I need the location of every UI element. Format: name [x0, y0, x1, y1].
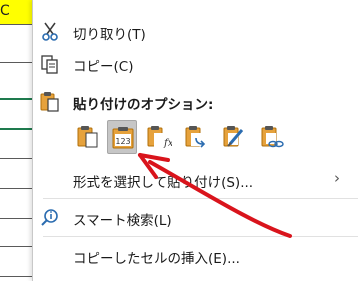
- paste-values-button[interactable]: 123: [107, 120, 137, 154]
- paste-transpose-button[interactable]: [181, 120, 211, 154]
- paste-link-icon: [261, 126, 284, 148]
- paste-values-123-icon: 123: [112, 127, 134, 149]
- paste-options-label: 貼り付けのオプション:: [73, 97, 214, 113]
- paste-formatting-brush-icon: [223, 126, 244, 147]
- gridline: [0, 24, 32, 25]
- paste-formulas-button[interactable]: fx: [143, 120, 173, 154]
- paste-button[interactable]: [73, 120, 103, 154]
- insert-copied-cells-menu-item[interactable]: コピーしたセルの挿入(E)...: [33, 238, 361, 272]
- copy-icon: [39, 53, 61, 74]
- paste-options-header: 貼り付けのオプション:: [33, 84, 361, 118]
- gridline: [0, 62, 32, 63]
- scissors-icon: [39, 21, 61, 41]
- context-menu: 切り取り(T) コピー(C) 貼り付けのオプション: 123 f 形式を選択して…: [32, 0, 361, 281]
- smart-lookup-label: スマート検索(L): [73, 213, 172, 229]
- gridline: [0, 188, 32, 189]
- paste-special-menu-item[interactable]: 形式を選択して貼り付け(S)... ›: [33, 162, 361, 196]
- paste-icon: [77, 126, 98, 148]
- column-header-letter: C: [0, 3, 10, 19]
- gridline: [0, 158, 32, 159]
- gridline: [0, 276, 32, 277]
- insert-copied-cells-label: コピーしたセルの挿入(E)...: [73, 251, 240, 267]
- paste-link-button[interactable]: [257, 120, 287, 154]
- smart-lookup-menu-item[interactable]: スマート検索(L): [33, 200, 361, 234]
- menu-separator: [43, 198, 358, 199]
- cut-label: 切り取り(T): [73, 27, 146, 43]
- column-header-cell[interactable]: C: [0, 0, 33, 24]
- smart-lookup-icon: [39, 207, 61, 227]
- clipboard-icon: [39, 91, 61, 112]
- gridline-selected: [0, 128, 32, 130]
- paste-formatting-button[interactable]: [219, 120, 249, 154]
- cut-menu-item[interactable]: 切り取り(T): [33, 14, 361, 48]
- copy-menu-item[interactable]: コピー(C): [33, 46, 361, 80]
- paste-special-label: 形式を選択して貼り付け(S)...: [73, 175, 254, 191]
- gridline: [0, 218, 32, 219]
- paste-transpose-icon: [185, 126, 206, 148]
- svg-text:123: 123: [115, 137, 130, 146]
- svg-text:fx: fx: [163, 138, 172, 149]
- gridline-selected: [0, 98, 32, 100]
- chevron-right-icon: ›: [334, 169, 340, 187]
- paste-formulas-fx-icon: fx: [147, 126, 172, 149]
- copy-label: コピー(C): [73, 59, 134, 75]
- gridline: [0, 246, 32, 247]
- menu-separator: [43, 236, 358, 237]
